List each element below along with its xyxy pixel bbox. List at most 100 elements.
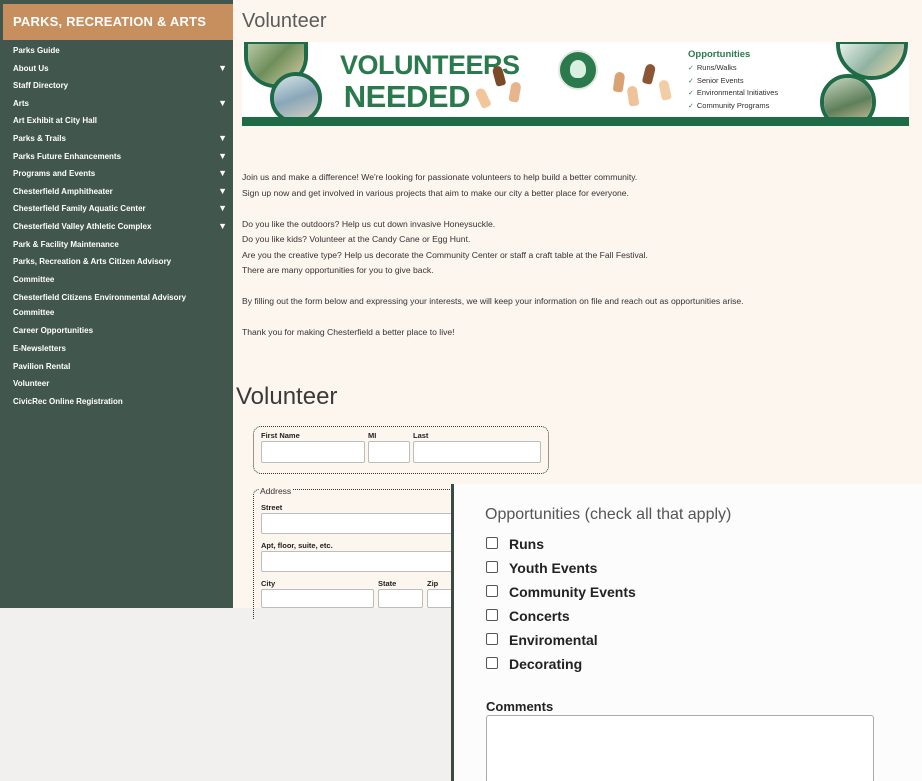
comments-textarea[interactable] [486,715,874,781]
sidebar-item[interactable]: Chesterfield Amphitheater ▼ [0,183,233,201]
banner-opportunities: Opportunities ✓ Runs/Walks ✓ Senior Events ✓… [688,49,838,112]
sidebar-item[interactable]: Parks Future Enhancements ▼ [0,148,233,166]
banner-opportunity-label: Environmental Initiatives [696,88,779,97]
sidebar-item-label: Pavilion Rental [13,361,71,371]
sidebar-item-label: Parks, Recreation & Arts Citizen Advisor… [13,257,172,284]
sidebar-item[interactable]: E-Newsletters [0,340,233,358]
banner-opportunity-label: Community Programs [696,100,770,110]
banner-opportunity-item: ✓ Environmental Initiatives [688,87,838,100]
sidebar: PARKS, RECREATION & ARTS Parks Guide Abou… [0,0,233,608]
raised-hand-icon [612,71,626,93]
sidebar-item[interactable]: Pavilion Rental [0,358,233,376]
intro-paragraph-4: Thank you for making Chesterfield a bett… [242,327,455,337]
intro-line: There are many opportunities for you to … [242,265,434,275]
sidebar-item[interactable]: Park & Facility Maintenance [0,236,233,254]
checkbox[interactable] [486,633,498,645]
chevron-down-icon[interactable]: ▼ [218,130,227,148]
check-icon: ✓ [688,90,694,97]
apt-field[interactable] [261,551,456,572]
sidebar-item[interactable]: Parks & Trails ▼ [0,130,233,148]
checkbox[interactable] [486,537,498,549]
sidebar-item-label: E-Newsletters [13,343,66,353]
sidebar-item[interactable]: Parks Guide [0,42,233,60]
mi-field[interactable] [368,441,410,463]
raised-hand-icon [626,85,640,107]
zip-label: Zip [427,579,439,588]
banner-title-line2: NEEDED [343,79,471,114]
sidebar-nav: Parks Guide About Us ▼ Staff Directory Arts ▼… [0,42,233,410]
chevron-down-icon[interactable]: ▼ [218,200,227,218]
banner-title-line1: VOLUNTEERS [340,50,520,80]
sidebar-item[interactable]: Chesterfield Valley Athletic Complex ▼ [0,218,233,236]
mi-label: MI [368,431,377,440]
sidebar-item[interactable]: About Us ▼ [0,60,233,78]
state-label: State [378,579,397,588]
sidebar-header[interactable]: PARKS, RECREATION & ARTS [3,4,233,40]
chevron-down-icon[interactable]: ▼ [218,148,227,166]
banner-opportunity-item: ✓ Runs/Walks [688,62,838,75]
sidebar-item[interactable]: Staff Directory [0,77,233,95]
first-name-field[interactable] [261,441,365,463]
form-title: Volunteer [236,383,338,410]
sidebar-item[interactable]: Parks, Recreation & Arts Citizen Advisor… [0,253,233,288]
city-field[interactable] [261,589,374,608]
sidebar-item[interactable]: Programs and Events ▼ [0,165,233,183]
sidebar-item[interactable]: Career Opportunities [0,322,233,340]
sidebar-item-label: About Us [13,63,49,73]
opportunity-option-label: Decorating [509,656,583,672]
banner-opportunity-label: Senior Events [696,75,744,85]
sidebar-item[interactable]: Chesterfield Family Aquatic Center ▼ [0,200,233,218]
chevron-down-icon[interactable]: ▼ [218,165,227,183]
intro-text: Join us and make a difference! We're loo… [242,170,842,356]
chevron-down-icon[interactable]: ▼ [218,60,227,78]
street-field[interactable] [261,513,456,534]
opportunities-heading: Opportunities (check all that apply) [485,506,732,523]
sidebar-item-label: Parks Guide [13,46,60,55]
raised-hand-icon [508,81,522,103]
state-field[interactable] [378,589,423,608]
chevron-down-icon[interactable]: ▼ [218,218,227,236]
banner-opportunity-item: ✓ Senior Events [688,75,838,88]
opportunity-option-label: Concerts [509,608,570,624]
raised-hand-icon [641,63,657,85]
intro-paragraph-1: Join us and make a difference! We're loo… [242,170,842,201]
intro-line: Do you like the outdoors? Help us cut do… [242,218,496,229]
banner-opportunities-list: ✓ Runs/Walks ✓ Senior Events ✓ Environmental … [688,62,838,112]
sidebar-item[interactable]: CivicRec Online Registration [0,393,233,411]
last-label: Last [413,431,429,440]
check-icon: ✓ [688,102,694,110]
page-title: Volunteer [242,10,327,32]
city-seal-logo [558,50,598,90]
banner-stripe [242,117,909,126]
banner-opportunities-title: Opportunities [688,49,751,60]
sidebar-item-label: Parks Future Enhancements [13,151,122,161]
sidebar-item-label: Career Opportunities [13,326,94,336]
intro-line: Join us and make a difference! We're loo… [242,172,638,182]
sidebar-item-label: Programs and Events [13,169,96,179]
raised-hand-icon [474,86,492,110]
checkbox[interactable] [486,657,498,669]
checkbox[interactable] [486,561,498,573]
chevron-down-icon[interactable]: ▼ [218,95,227,113]
checkbox[interactable] [486,609,498,621]
check-icon: ✓ [688,65,694,72]
opportunity-option-label: Enviromental [509,632,598,648]
opportunity-option-label: Youth Events [509,560,598,576]
opportunity-option-label: Runs [509,536,544,552]
sidebar-item[interactable]: Volunteer [0,375,233,393]
banner-opportunity-item: ✓ Community Programs [688,100,838,113]
opportunity-option-label: Community Events [509,584,636,600]
sidebar-item-label: Volunteer [13,379,50,389]
sidebar-item-label: CivicRec Online Registration [13,396,123,406]
address-legend: Address [259,486,293,496]
sidebar-item-label: Arts [13,98,30,108]
sidebar-item[interactable]: Arts ▼ [0,95,233,113]
chevron-down-icon[interactable]: ▼ [218,183,227,201]
sidebar-item[interactable]: Chesterfield Citizens Environmental Advi… [0,288,233,322]
apt-label: Apt, floor, suite, etc. [261,541,333,550]
intro-paragraph-3: By filling out the form below and expres… [242,296,744,306]
sidebar-item[interactable]: Art Exhibit at City Hall [0,112,233,130]
checkbox[interactable] [486,585,498,597]
last-name-field[interactable] [413,441,541,463]
raised-hand-icon [658,79,672,101]
